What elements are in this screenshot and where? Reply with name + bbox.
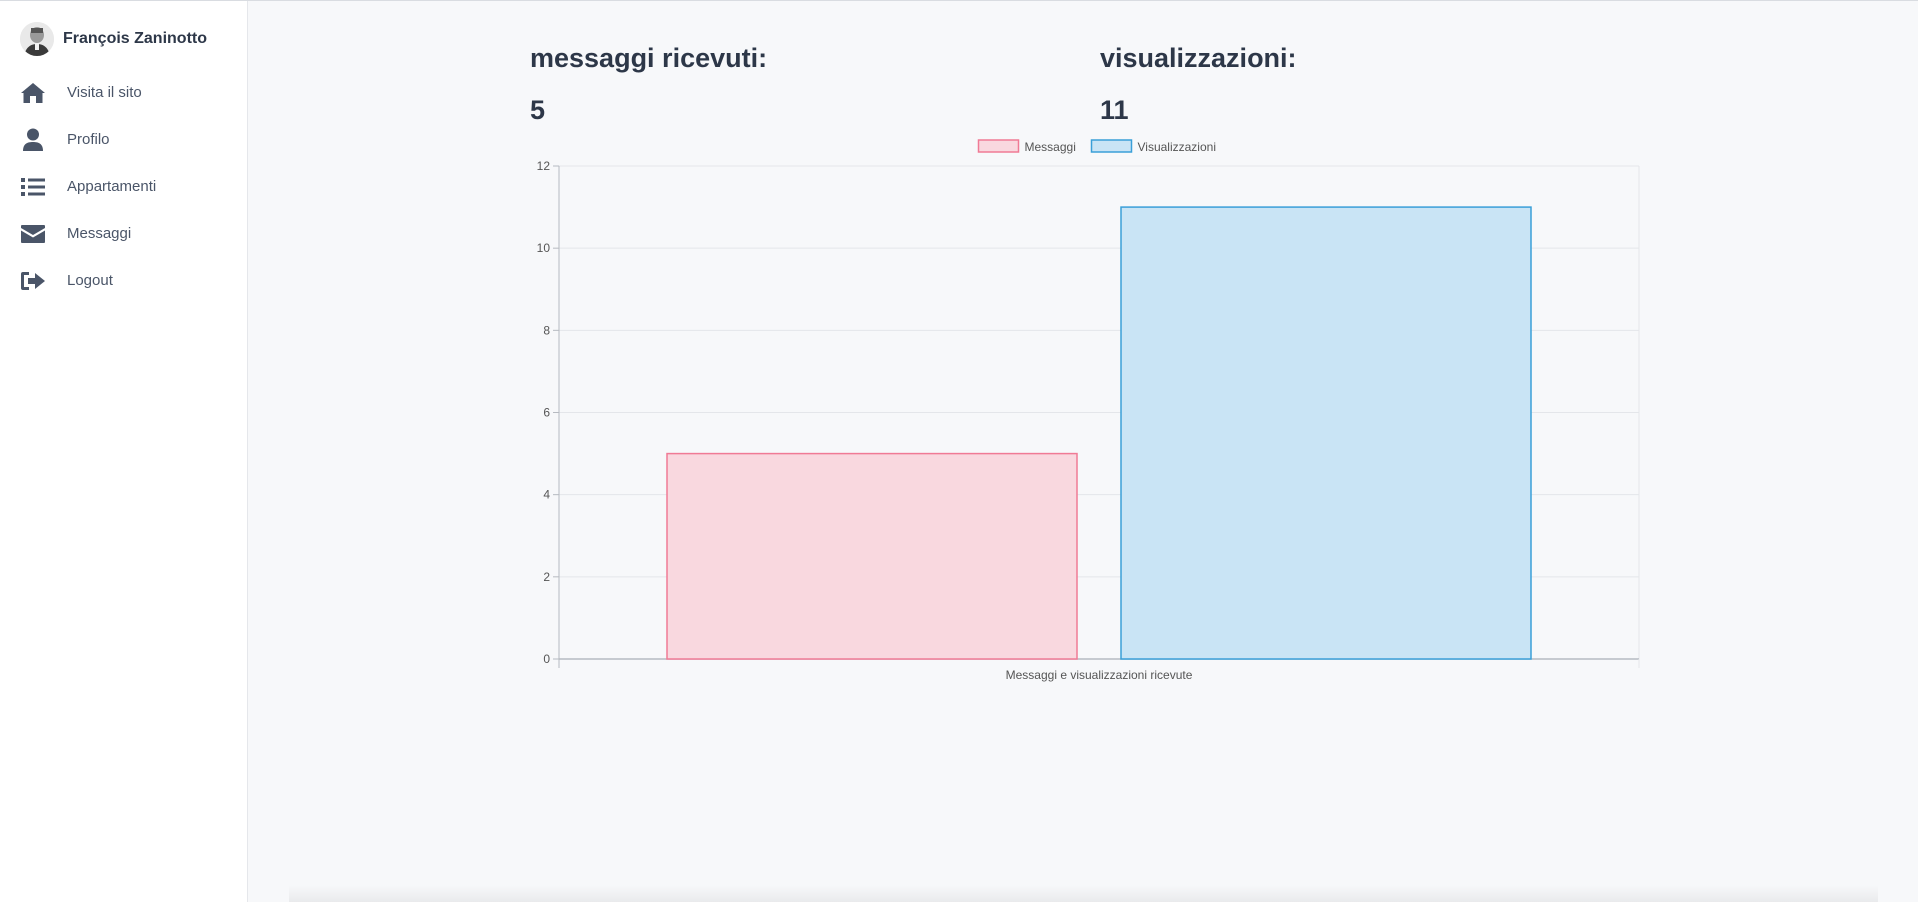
chart-canvas: 0 2 4 6 8 10 12 Messaggi e visualizzazioni rice…: [537, 139, 1640, 682]
views-stat-value: 11: [1100, 95, 1129, 125]
legend-swatch-messaggi: [977, 139, 1020, 153]
app-window: François Zaninotto Visita il sito Profil…: [0, 0, 1918, 902]
envelope-icon: [20, 221, 46, 247]
y-tick-label: 2: [543, 570, 550, 584]
avatar-image: [20, 22, 54, 56]
y-tick-label: 6: [543, 406, 550, 420]
views-stat-title: visualizzazioni:: [1100, 43, 1297, 73]
legend-swatch-visualizzazioni: [1090, 139, 1133, 153]
bar-visualizzazioni: [1120, 206, 1532, 660]
x-category-label: Messaggi e visualizzazioni ricevute: [1006, 668, 1193, 682]
y-tick-label: 0: [543, 652, 550, 666]
y-tick-label: 10: [537, 241, 551, 255]
legend-label-messaggi: Messaggi: [1025, 140, 1076, 154]
user-icon: [20, 127, 46, 153]
bar-messaggi: [666, 452, 1078, 660]
sidebar-item-label: Profilo: [67, 131, 110, 148]
user-profile[interactable]: François Zaninotto: [0, 21, 247, 57]
sidebar-item-label: Appartamenti: [67, 178, 157, 195]
messages-stat: messaggi ricevuti: 5: [530, 39, 767, 129]
sidebar-item-label: Messaggi: [67, 225, 132, 242]
sidebar-item-messaggi[interactable]: Messaggi: [0, 210, 247, 257]
sidebar-nav: Visita il sito Profilo Appartamenti Mess…: [0, 69, 247, 304]
list-icon: [20, 174, 46, 200]
main-content: messaggi ricevuti: 5 visualizzazioni: 11…: [249, 1, 1918, 902]
sidebar-item-label: Logout: [67, 272, 113, 289]
views-stat: visualizzazioni: 11: [1100, 39, 1297, 129]
y-tick-label: 4: [543, 488, 550, 502]
sidebar-item-appartamenti[interactable]: Appartamenti: [0, 163, 247, 210]
sidebar-item-logout[interactable]: Logout: [0, 257, 247, 304]
messages-stat-title: messaggi ricevuti:: [530, 43, 768, 73]
sign-out-icon: [20, 268, 46, 294]
avatar: [20, 22, 54, 56]
sidebar-item-profilo[interactable]: Profilo: [0, 116, 247, 163]
home-icon: [20, 80, 46, 106]
bar-chart: 0 2 4 6 8 10 12 Messaggi e visualizzazioni rice…: [529, 139, 1649, 689]
bottom-shadow: [289, 885, 1878, 902]
y-tick-label: 12: [537, 159, 551, 173]
messages-stat-value: 5: [530, 95, 546, 125]
sidebar-item-visita-il-sito[interactable]: Visita il sito: [0, 69, 247, 116]
sidebar-item-label: Visita il sito: [67, 84, 142, 101]
sidebar: François Zaninotto Visita il sito Profil…: [0, 1, 248, 902]
legend-label-visualizzazioni: Visualizzazioni: [1138, 140, 1217, 154]
user-name: François Zaninotto: [63, 30, 207, 47]
y-tick-label: 8: [543, 323, 550, 337]
